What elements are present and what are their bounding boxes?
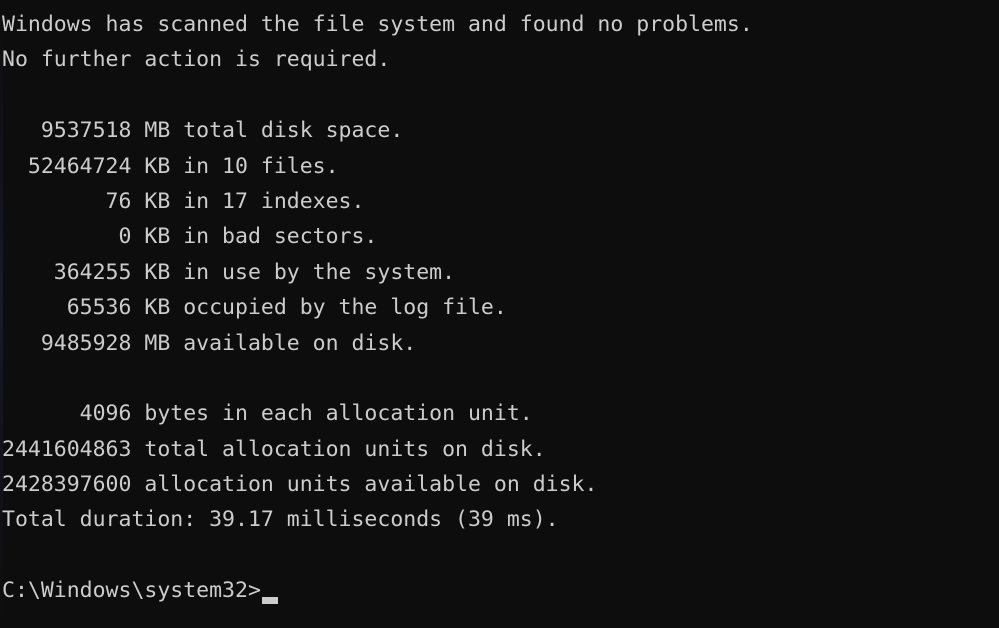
output-line-log-file: 65536 KB occupied by the log file. [2,295,507,321]
output-line-scan-result: Windows has scanned the file system and … [2,12,753,37]
output-line-blank [0,538,999,573]
output-line-total-duration: Total duration: 39.17 milliseconds (39 m… [2,507,559,533]
prompt-path: C:\Windows\system32> [2,578,261,604]
terminal-output-area[interactable]: Windows has scanned the file system and … [0,7,999,609]
output-line-bytes-per-allocation-unit: 4096 bytes in each allocation unit. [2,401,533,427]
output-line-files: 52464724 KB in 10 files. [2,153,339,179]
output-line-available-on-disk: 9485928 MB available on disk. [2,330,417,356]
text-cursor [261,596,278,604]
output-line-blank [0,361,999,396]
command-prompt-line[interactable]: C:\Windows\system32> [0,573,999,608]
output-line-total-disk-space: 9537518 MB total disk space. [2,118,404,144]
output-line-bad-sectors: 0 KB in bad sectors. [2,224,378,250]
output-line-in-use-by-system: 364255 KB in use by the system. [2,259,456,285]
command-prompt-window[interactable]: Windows has scanned the file system and … [0,0,999,628]
output-line-blank [0,78,999,113]
output-line-indexes: 76 KB in 17 indexes. [2,188,365,214]
output-line-no-action: No further action is required. [2,47,391,73]
output-line-allocation-units-available: 2428397600 allocation units available on… [2,472,598,498]
output-line-total-allocation-units: 2441604863 total allocation units on dis… [2,436,546,462]
